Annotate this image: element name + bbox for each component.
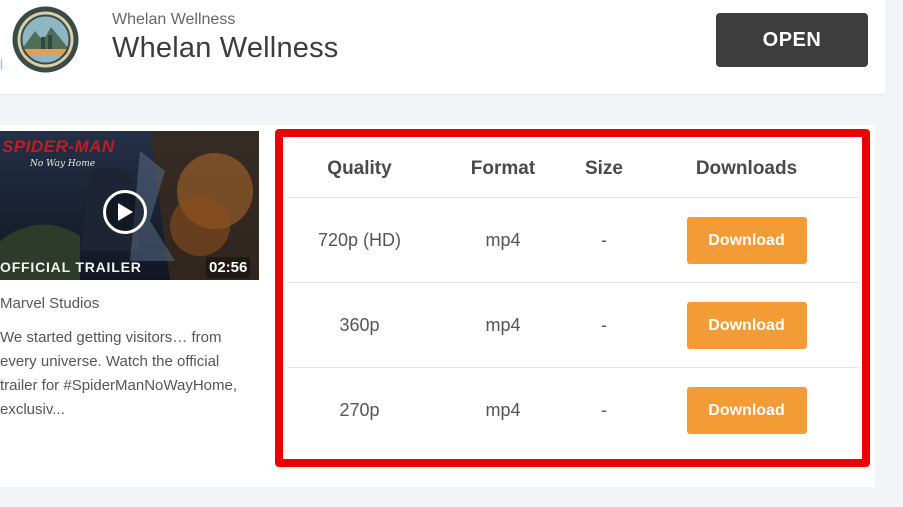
thumbnail-label: OFFICIAL TRAILER [0,259,142,275]
cell-quality: 360p [339,314,380,335]
whelan-wellness-logo-icon [11,5,80,74]
thumbnail-title-art: SPIDER-MAN [2,137,115,156]
cell-format: mp4 [485,314,521,335]
thumbnail-subtitle-art: No Way Home [30,159,96,169]
play-icon[interactable] [103,190,147,234]
cell-download: Download [634,387,859,434]
download-button-720p[interactable]: Download [686,216,807,264]
table-row: 720p (HD) mp4 - Download [287,198,859,283]
cell-size: - [601,400,607,420]
cell-format: mp4 [485,229,521,250]
table-row: 360p mp4 - Download [287,283,859,368]
header-downloads: Downloads [695,157,798,179]
header-format: Format [470,157,536,179]
ad-advertiser: Whelan Wellness [112,11,236,28]
ad-headline[interactable]: Whelan Wellness [112,32,339,65]
cell-size: - [601,229,607,250]
video-description: We started getting visitors… from every … [0,329,238,418]
ad-banner[interactable]: ⦚ Whelan Wellness Whelan Wellness OPEN [0,0,885,95]
header-size: Size [584,157,624,179]
cell-size: - [601,314,607,335]
cell-download: Download [634,216,859,264]
cell-quality: 270p [339,400,380,420]
cell-download: Download [634,301,859,349]
video-duration: 02:56 [206,257,251,278]
channel-name: Marvel Studios [0,295,100,312]
table-row: 270p mp4 - Download [287,368,859,453]
download-button-360p[interactable]: Download [686,301,807,349]
download-button-270p[interactable]: Download [686,387,807,434]
ad-choices-icon[interactable]: ⦚ [0,58,6,86]
cell-quality: 720p (HD) [317,229,402,250]
header-quality: Quality [327,157,392,179]
video-thumbnail[interactable]: SPIDER-MAN No Way Home OFFICIAL TRAILER … [0,131,259,280]
download-table: Quality Format Size Downloads 720p (HD) … [287,140,859,453]
cell-format: mp4 [485,400,521,420]
page-background-strip [0,487,903,507]
ad-open-button[interactable]: OPEN [716,13,868,67]
table-header-row: Quality Format Size Downloads [287,140,859,198]
